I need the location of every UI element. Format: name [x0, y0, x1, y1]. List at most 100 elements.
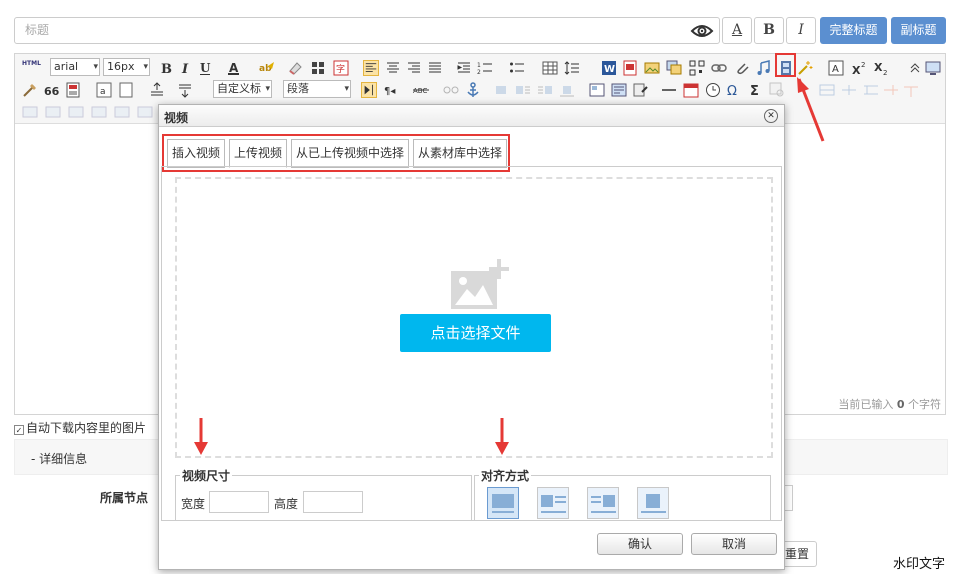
tab-choose-uploaded[interactable]: 从已上传视频中选择 — [291, 139, 410, 168]
align-left-icon[interactable] — [363, 60, 379, 76]
width-label: 宽度 — [181, 497, 206, 511]
table-merge-icon[interactable] — [883, 82, 899, 98]
justify-icon[interactable] — [427, 60, 443, 76]
table-cell-center-icon[interactable] — [45, 104, 61, 120]
tab-choose-library[interactable]: 从素材库中选择 — [413, 139, 508, 168]
image-left-icon[interactable] — [515, 82, 531, 98]
pdf-icon[interactable] — [622, 60, 638, 76]
collapse-toolbar-icon[interactable] — [907, 60, 923, 76]
text-box-icon[interactable]: A — [828, 60, 844, 76]
anchor-icon[interactable] — [465, 82, 481, 98]
anchor-text-icon[interactable]: a — [96, 82, 112, 98]
special-char-icon[interactable]: Ω — [726, 82, 742, 98]
bold-icon[interactable]: B — [157, 60, 173, 76]
eye-icon[interactable] — [690, 21, 714, 41]
height-input[interactable] — [303, 491, 363, 513]
align-none-option[interactable] — [487, 487, 519, 519]
table-cell-left-icon[interactable] — [22, 104, 38, 120]
italic-icon[interactable]: I — [177, 60, 193, 76]
table-insert-row-icon[interactable] — [819, 82, 835, 98]
rtl-direction-icon[interactable]: ¶◂ — [383, 82, 399, 98]
background-icon[interactable] — [633, 82, 649, 98]
title-underline-button[interactable]: A — [722, 17, 752, 44]
title-input[interactable]: 标题 — [14, 17, 720, 44]
table-insert-col-icon[interactable] — [863, 82, 879, 98]
strikethrough-icon[interactable]: ABC — [413, 82, 429, 98]
blockquote-icon[interactable]: 66 — [43, 82, 59, 98]
formula-icon[interactable]: Σ — [748, 82, 764, 98]
reset-button[interactable]: 重置 — [783, 541, 817, 567]
tab-insert-video[interactable]: 插入视频 — [167, 139, 226, 168]
page-break-icon[interactable] — [118, 82, 134, 98]
attachment-icon[interactable] — [734, 60, 750, 76]
paragraph-format-select[interactable]: 段落 — [283, 80, 351, 98]
template-icon[interactable] — [65, 82, 81, 98]
clear-doc-icon[interactable] — [22, 82, 38, 98]
confirm-button[interactable]: 确认 — [597, 533, 683, 555]
image-right-icon[interactable] — [537, 82, 553, 98]
insert-frame-icon[interactable] — [589, 82, 605, 98]
qrcode-icon[interactable] — [689, 60, 705, 76]
subscript-icon[interactable]: X2 — [873, 60, 889, 76]
time-icon[interactable] — [705, 82, 721, 98]
insert-code-icon[interactable] — [611, 82, 627, 98]
multi-image-icon[interactable] — [666, 60, 682, 76]
tab-upload-video[interactable]: 上传视频 — [229, 139, 288, 168]
table-cell-right-icon[interactable] — [68, 104, 84, 120]
ltr-direction-icon[interactable] — [361, 82, 377, 98]
special-format-icon[interactable]: 字 — [333, 60, 349, 76]
align-center-icon[interactable] — [385, 60, 401, 76]
table-split-icon[interactable] — [903, 82, 919, 98]
align-left-option[interactable] — [537, 487, 569, 519]
table-properties-icon[interactable] — [137, 104, 153, 120]
dialog-header[interactable]: 视频 ✕ — [159, 105, 784, 127]
music-icon[interactable] — [755, 60, 771, 76]
svg-text:I: I — [181, 62, 189, 76]
align-center-option[interactable] — [637, 487, 669, 519]
custom-title-select[interactable]: 自定义标 — [213, 80, 272, 98]
font-family-select[interactable]: arial — [50, 58, 100, 76]
row-spacing-bottom-icon[interactable] — [177, 82, 193, 98]
image-center-icon[interactable] — [559, 82, 575, 98]
table-delete-row-icon[interactable] — [841, 82, 857, 98]
indent-icon[interactable] — [456, 60, 472, 76]
highlight-icon[interactable]: ab — [259, 60, 275, 76]
choose-file-button[interactable]: 点击选择文件 — [400, 314, 551, 352]
table-cell-top-icon[interactable] — [91, 104, 107, 120]
unordered-list-icon[interactable] — [509, 60, 525, 76]
cancel-button[interactable]: 取消 — [691, 533, 777, 555]
full-title-button[interactable]: 完整标题 — [820, 17, 887, 44]
align-right-icon[interactable] — [406, 60, 422, 76]
magic-wand-icon[interactable] — [797, 60, 813, 76]
eraser-icon[interactable] — [287, 60, 303, 76]
align-right-option[interactable] — [587, 487, 619, 519]
unlink-icon[interactable] — [443, 82, 459, 98]
image-none-icon[interactable] — [493, 82, 509, 98]
line-height-icon[interactable] — [564, 60, 580, 76]
ordered-list-icon[interactable]: 12 — [477, 60, 493, 76]
table-cell-bottom-icon[interactable] — [114, 104, 130, 120]
fullscreen-icon[interactable] — [925, 60, 941, 76]
search-replace-icon[interactable] — [769, 82, 785, 98]
close-icon[interactable]: ✕ — [764, 109, 778, 123]
file-dropzone[interactable]: 点击选择文件 — [175, 177, 773, 458]
underline-icon[interactable]: U — [197, 60, 213, 76]
horizontal-rule-icon[interactable] — [661, 82, 677, 98]
html-source-icon[interactable]: HTML — [22, 60, 41, 76]
font-color-icon[interactable]: A — [227, 60, 243, 76]
link-icon[interactable] — [711, 60, 727, 76]
table-icon[interactable] — [542, 60, 558, 76]
font-size-select[interactable]: 16px — [103, 58, 150, 76]
width-input[interactable] — [209, 491, 269, 513]
row-spacing-top-icon[interactable] — [149, 82, 165, 98]
auto-download-checkbox[interactable]: ✓ 自动下载内容里的图片 — [14, 419, 146, 436]
word-import-icon[interactable]: W — [601, 60, 617, 76]
format-painter-icon[interactable] — [310, 60, 326, 76]
date-icon[interactable] — [683, 82, 699, 98]
title-bold-button[interactable]: B — [754, 17, 784, 44]
video-icon[interactable] — [778, 60, 794, 76]
title-italic-button[interactable]: I — [786, 17, 816, 44]
subtitle-button[interactable]: 副标题 — [891, 17, 946, 44]
superscript-icon[interactable]: X2 — [851, 60, 867, 76]
insert-image-icon[interactable] — [644, 60, 660, 76]
